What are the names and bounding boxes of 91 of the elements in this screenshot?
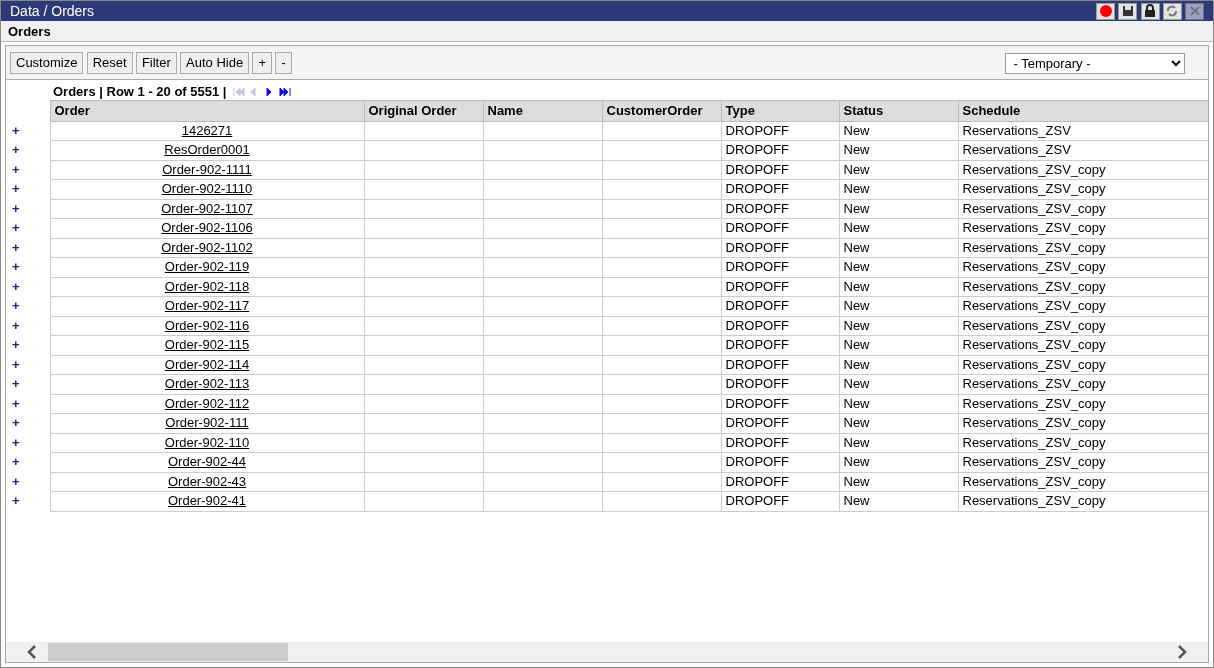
table-cell: New xyxy=(839,316,958,336)
expand-toggle[interactable]: + xyxy=(6,121,50,141)
table-cell: DROPOFF xyxy=(721,277,839,297)
table-cell: DROPOFF xyxy=(721,296,839,316)
table-cell: New xyxy=(839,238,958,258)
save-icon xyxy=(1120,4,1135,18)
expand-toggle[interactable]: + xyxy=(6,296,50,316)
table-cell: New xyxy=(839,160,958,180)
lock-icon xyxy=(1143,4,1157,18)
scroll-left-icon[interactable] xyxy=(26,645,38,659)
expand-toggle[interactable]: + xyxy=(6,335,50,355)
table-cell: New xyxy=(839,121,958,141)
record-icon xyxy=(1098,4,1113,18)
table-cell: New xyxy=(839,374,958,394)
scrollbar-thumb[interactable] xyxy=(48,643,288,661)
expand-toggle[interactable]: + xyxy=(6,491,50,511)
toolbar-button[interactable]: - xyxy=(275,52,292,74)
toolbar-button[interactable]: Reset xyxy=(86,52,133,74)
scroll-right-icon[interactable] xyxy=(1176,645,1188,659)
table-cell: DROPOFF xyxy=(721,374,839,394)
table-cell: New xyxy=(839,491,958,511)
column-header: Type xyxy=(721,100,839,121)
expand-toggle[interactable]: + xyxy=(6,277,50,297)
expand-toggle[interactable]: + xyxy=(6,199,50,219)
table-cell: DROPOFF xyxy=(721,316,839,336)
expand-toggle[interactable]: + xyxy=(6,257,50,277)
table-cell: DROPOFF xyxy=(721,394,839,414)
close-icon xyxy=(1187,4,1202,18)
table-cell: New xyxy=(839,218,958,238)
record-button[interactable] xyxy=(1096,2,1115,20)
table-cell: New xyxy=(839,257,958,277)
view-select[interactable]: - Temporary - xyxy=(1004,52,1185,74)
lock-button[interactable] xyxy=(1140,2,1160,20)
toolbar-button[interactable]: Customize xyxy=(10,52,84,74)
table-cell: DROPOFF xyxy=(721,413,839,433)
expand-toggle[interactable]: + xyxy=(6,472,50,492)
table-cell: New xyxy=(839,433,958,453)
pager-text: Orders | Row 1 - 20 of 5551 | xyxy=(53,82,227,101)
toolbar-button[interactable]: Auto Hide xyxy=(180,52,250,74)
column-header: CustomerOrder xyxy=(602,100,721,121)
table-cell: DROPOFF xyxy=(721,472,839,492)
window-title: Data / Orders xyxy=(10,2,95,21)
table-cell: DROPOFF xyxy=(721,199,839,219)
table-cell: New xyxy=(839,296,958,316)
expand-toggle[interactable]: + xyxy=(6,394,50,414)
table-cell: New xyxy=(839,199,958,219)
column-header: Schedule xyxy=(958,100,1208,121)
toolbar-button[interactable]: + xyxy=(252,52,272,74)
table-cell: DROPOFF xyxy=(721,160,839,180)
expand-toggle[interactable]: + xyxy=(6,160,50,180)
last-page-icon[interactable] xyxy=(278,86,291,97)
table-cell: New xyxy=(839,472,958,492)
column-header: Order xyxy=(50,100,364,121)
expand-toggle[interactable]: + xyxy=(6,238,50,258)
table-cell: New xyxy=(839,394,958,414)
table-cell: DROPOFF xyxy=(721,218,839,238)
expand-toggle[interactable]: + xyxy=(6,433,50,453)
table-cell: New xyxy=(839,452,958,472)
table-cell: New xyxy=(839,140,958,160)
expand-toggle[interactable]: + xyxy=(6,374,50,394)
expand-toggle[interactable]: + xyxy=(6,140,50,160)
expand-toggle[interactable]: + xyxy=(6,413,50,433)
table-cell: DROPOFF xyxy=(721,452,839,472)
table-cell: New xyxy=(839,179,958,199)
column-header: Status xyxy=(839,100,958,121)
save-button[interactable] xyxy=(1118,2,1138,20)
order-link[interactable]: 1426271 xyxy=(181,122,233,138)
table-cell: New xyxy=(839,413,958,433)
table-cell: DROPOFF xyxy=(721,491,839,511)
column-header: Name xyxy=(483,100,602,121)
table-cell: New xyxy=(839,355,958,375)
expand-toggle[interactable]: + xyxy=(6,179,50,199)
table-cell: DROPOFF xyxy=(721,140,839,160)
table-cell: DROPOFF xyxy=(721,433,839,453)
table-cell: DROPOFF xyxy=(721,355,839,375)
expand-toggle[interactable]: + xyxy=(6,355,50,375)
table-cell: DROPOFF xyxy=(721,121,839,141)
column-header: Original Order xyxy=(364,100,483,121)
table-cell: DROPOFF xyxy=(721,238,839,258)
table-cell: DROPOFF xyxy=(721,179,839,199)
refresh-icon xyxy=(1165,4,1180,18)
table-cell: DROPOFF xyxy=(721,257,839,277)
expand-toggle[interactable]: + xyxy=(6,452,50,472)
table-cell: New xyxy=(839,277,958,297)
expand-toggle[interactable]: + xyxy=(6,218,50,238)
refresh-button[interactable] xyxy=(1162,2,1182,20)
expand-toggle[interactable]: + xyxy=(6,316,50,336)
toolbar-button[interactable]: Filter xyxy=(135,52,177,74)
page-title: Orders xyxy=(8,24,51,39)
table-cell: DROPOFF xyxy=(721,335,839,355)
table-cell: New xyxy=(839,335,958,355)
